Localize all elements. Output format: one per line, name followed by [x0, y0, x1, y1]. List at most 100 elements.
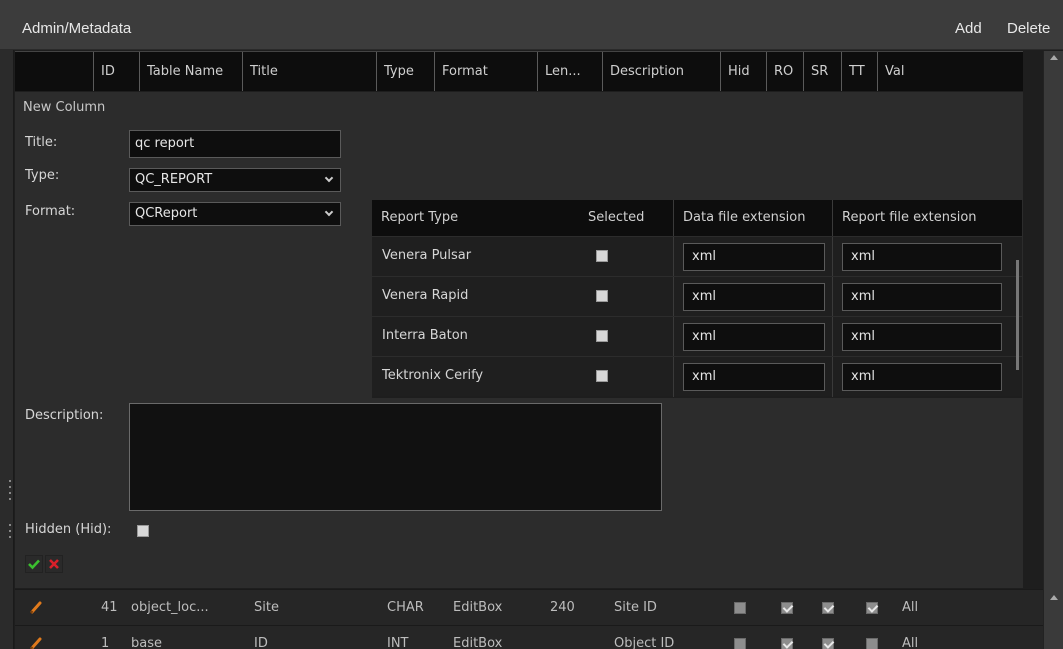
description-label: Description:: [25, 408, 104, 423]
cell-val: All: [902, 600, 919, 615]
cell-table-name: object_loc...: [131, 600, 209, 615]
report-row: Venera Pulsar xml xml: [372, 236, 1022, 277]
report-header-report-ext: Report file extension: [832, 200, 1022, 236]
vertical-scrollbar[interactable]: [1043, 51, 1063, 589]
header-type[interactable]: Type: [376, 52, 434, 91]
report-type-name: Venera Pulsar: [382, 248, 472, 263]
header-title[interactable]: Title: [242, 52, 376, 91]
splitter-grip-dot: [9, 536, 11, 538]
cell-val: All: [902, 636, 919, 649]
left-splitter[interactable]: [0, 0, 14, 649]
cancel-button[interactable]: [45, 555, 63, 573]
description-textarea[interactable]: [129, 403, 662, 511]
cell-tt-checkbox: [866, 638, 878, 649]
splitter-grip-dot: [9, 498, 11, 500]
header-val[interactable]: Val: [877, 52, 1023, 91]
scroll-up-icon[interactable]: [1050, 55, 1058, 60]
table-row[interactable]: 1 base ID INT EditBox Object ID All: [15, 625, 1043, 649]
type-select-value: QC_REPORT: [135, 172, 213, 187]
pencil-icon[interactable]: [29, 636, 43, 649]
format-select-value: QCReport: [135, 206, 198, 221]
report-ext-input[interactable]: xml: [842, 243, 1002, 271]
title-input[interactable]: qc report: [129, 130, 341, 158]
report-selected-checkbox[interactable]: [596, 330, 608, 342]
report-row: Venera Rapid xml xml: [372, 276, 1022, 317]
page-title: Admin/Metadata: [22, 20, 132, 37]
report-data-ext-cell: xml: [673, 277, 832, 317]
splitter-grip-dot: [9, 492, 11, 494]
splitter-grip-dot: [9, 530, 11, 532]
table-row[interactable]: 41 object_loc... Site CHAR EditBox 240 S…: [15, 589, 1043, 625]
header-table-name[interactable]: Table Name: [139, 52, 242, 91]
report-report-ext-cell: xml: [832, 357, 1022, 397]
header-ro[interactable]: RO: [766, 52, 803, 91]
report-data-ext-cell: xml: [673, 357, 832, 397]
cell-ro-checkbox: [781, 602, 793, 614]
hidden-label: Hidden (Hid):: [25, 522, 112, 537]
cell-tt-checkbox: [866, 602, 878, 614]
panel-heading: New Column: [23, 100, 106, 115]
scroll-up-icon[interactable]: [1050, 595, 1058, 600]
report-ext-input[interactable]: xml: [842, 283, 1002, 311]
cell-title: ID: [254, 636, 268, 649]
report-header-selected: Selected: [588, 210, 645, 225]
cell-ro-checkbox: [781, 638, 793, 649]
report-row: Tektronix Cerify xml xml: [372, 356, 1022, 397]
type-label: Type:: [25, 168, 60, 183]
format-label: Format:: [25, 204, 76, 219]
splitter-grip-dot: [9, 524, 11, 526]
header-sr[interactable]: SR: [803, 52, 841, 91]
report-ext-input[interactable]: xml: [842, 363, 1002, 391]
delete-button[interactable]: Delete: [1007, 20, 1050, 37]
header-length[interactable]: Len...: [537, 52, 602, 91]
title-label: Title:: [25, 135, 58, 150]
add-button[interactable]: Add: [955, 20, 982, 37]
header-description[interactable]: Description: [602, 52, 720, 91]
report-selected-checkbox[interactable]: [596, 290, 608, 302]
top-bar: Admin/Metadata Add Delete: [0, 0, 1063, 50]
chevron-down-icon: [324, 207, 334, 217]
report-data-ext-cell: xml: [673, 237, 832, 277]
cell-hid-checkbox: [734, 602, 746, 614]
hidden-checkbox[interactable]: [137, 525, 149, 537]
data-ext-input[interactable]: xml: [683, 363, 825, 391]
report-header-type: Report Type: [381, 210, 459, 225]
cell-id: 1: [101, 636, 110, 649]
cell-type: INT: [387, 636, 409, 649]
cell-sr-checkbox: [822, 602, 834, 614]
report-type-name: Venera Rapid: [382, 288, 469, 303]
data-ext-input[interactable]: xml: [683, 323, 825, 351]
report-selected-checkbox[interactable]: [596, 370, 608, 382]
type-select[interactable]: QC_REPORT: [129, 168, 341, 192]
column-header-row: ID Table Name Title Type Format Len... D…: [15, 51, 1023, 91]
pencil-icon[interactable]: [29, 600, 43, 614]
splitter-grip-dot: [9, 486, 11, 488]
format-select[interactable]: QCReport: [129, 202, 341, 226]
cell-id: 41: [101, 600, 118, 615]
cell-format: EditBox: [453, 600, 503, 615]
header-tt[interactable]: TT: [841, 52, 877, 91]
header-format[interactable]: Format: [434, 52, 537, 91]
splitter-grip-dot: [9, 480, 11, 482]
header-hid[interactable]: Hid: [720, 52, 766, 91]
new-column-panel: New Column Title: qc report Type: QC_REP…: [15, 92, 1023, 588]
header-cell-edit: [15, 52, 93, 91]
report-table-scrollbar[interactable]: [1016, 260, 1019, 370]
report-type-name: Interra Baton: [382, 328, 468, 343]
report-ext-input[interactable]: xml: [842, 323, 1002, 351]
cell-title: Site: [254, 600, 279, 615]
check-icon: [28, 559, 40, 570]
report-selected-checkbox[interactable]: [596, 250, 608, 262]
report-report-ext-cell: xml: [832, 237, 1022, 277]
cross-icon: [49, 559, 59, 569]
cell-length: 240: [550, 600, 575, 615]
data-ext-input[interactable]: xml: [683, 243, 825, 271]
cell-description: Site ID: [614, 600, 657, 615]
data-ext-input[interactable]: xml: [683, 283, 825, 311]
confirm-button[interactable]: [25, 555, 43, 573]
rows-vertical-scrollbar[interactable]: [1043, 589, 1063, 649]
header-id[interactable]: ID: [93, 52, 139, 91]
cell-table-name: base: [131, 636, 162, 649]
report-row: Interra Baton xml xml: [372, 316, 1022, 357]
report-report-ext-cell: xml: [832, 277, 1022, 317]
